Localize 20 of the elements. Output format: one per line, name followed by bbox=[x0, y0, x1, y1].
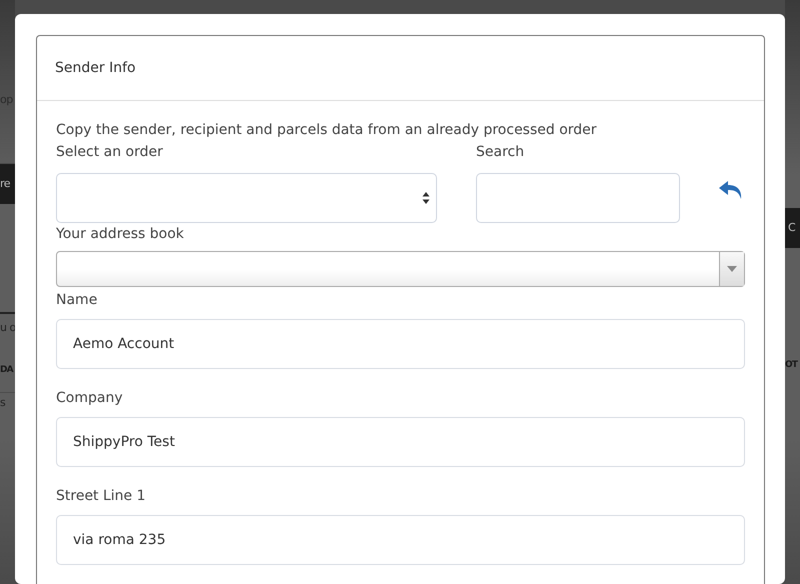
field-label: Name bbox=[56, 291, 98, 310]
search-field[interactable] bbox=[476, 173, 680, 223]
field-label: Your address book bbox=[56, 225, 184, 244]
address-book-select[interactable] bbox=[56, 251, 745, 287]
field-label: Select an order bbox=[56, 143, 163, 162]
text-field[interactable]: via roma 235 bbox=[56, 515, 745, 565]
order-select[interactable] bbox=[56, 173, 437, 223]
background-button[interactable]: C bbox=[785, 208, 800, 248]
field-label: Company bbox=[56, 389, 123, 408]
background-heading: OT bbox=[785, 359, 799, 372]
sort-arrows-icon bbox=[422, 191, 430, 205]
intro-text: Copy the sender, recipient and parcels data from an already processed order bbox=[56, 121, 598, 140]
panel-title: Sender Info bbox=[55, 60, 136, 76]
background-button[interactable]: re bbox=[0, 163, 15, 204]
field-label: Search bbox=[476, 143, 524, 162]
text-field[interactable]: ShippyPro Test bbox=[56, 417, 745, 467]
background-heading: DA bbox=[0, 364, 14, 377]
field-label: Street Line 1 bbox=[56, 487, 146, 506]
caret-icon bbox=[727, 266, 737, 272]
text-field[interactable]: Aemo Account bbox=[56, 319, 745, 369]
